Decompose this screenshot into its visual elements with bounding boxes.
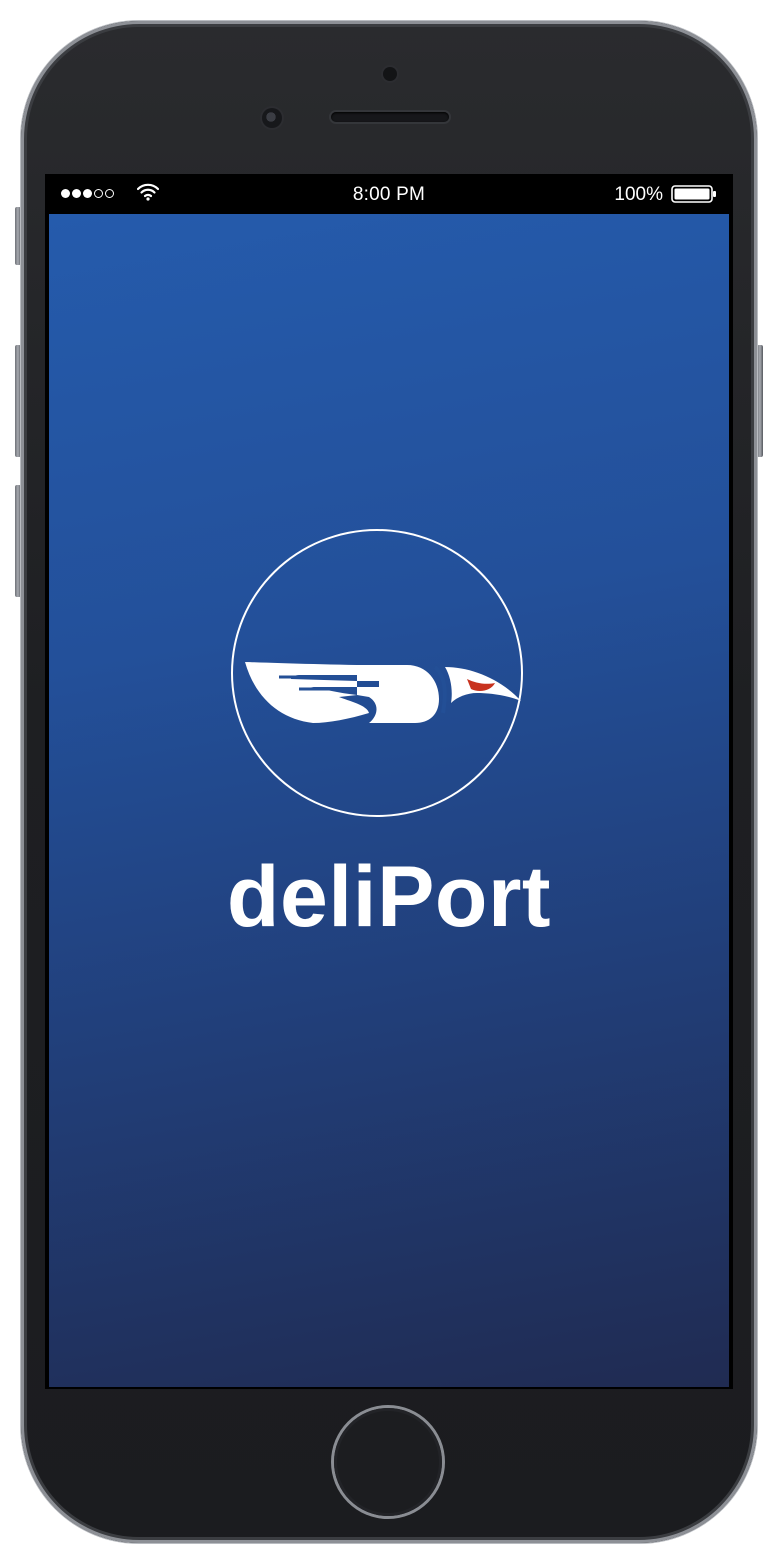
splash-screen: deliPort xyxy=(49,214,729,1387)
power-button xyxy=(757,345,763,457)
battery-percentage: 100% xyxy=(614,184,663,205)
eagle-head-logo-icon xyxy=(245,662,521,723)
app-name: deliPort xyxy=(226,849,552,945)
phone-screen: 8:00 PM 100% deliPort xyxy=(45,174,733,1389)
front-camera xyxy=(262,108,282,128)
proximity-sensor xyxy=(383,67,397,81)
status-bar: 8:00 PM 100% xyxy=(45,174,733,214)
page: 8:00 PM 100% deliPort xyxy=(0,0,778,1561)
battery-icon xyxy=(671,185,716,203)
earpiece-speaker xyxy=(331,112,449,122)
home-button[interactable] xyxy=(334,1408,442,1516)
